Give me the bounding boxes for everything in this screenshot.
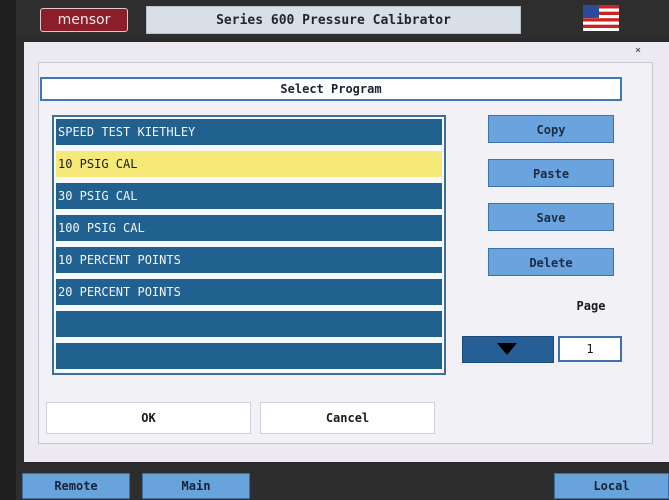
program-list-item-empty[interactable] <box>56 311 442 337</box>
program-list-item[interactable]: 100 PSIG CAL <box>56 215 442 241</box>
app-title: Series 600 Pressure Calibrator <box>146 6 521 34</box>
page-number-field[interactable]: 1 <box>558 336 622 362</box>
cancel-button[interactable]: Cancel <box>260 402 435 434</box>
remote-button[interactable]: Remote <box>22 473 130 499</box>
top-bar: mensor Series 600 Pressure Calibrator <box>16 0 669 38</box>
paste-button[interactable]: Paste <box>488 159 614 187</box>
ok-button[interactable]: OK <box>46 402 251 434</box>
dialog-title: Select Program <box>40 77 622 101</box>
save-button[interactable]: Save <box>488 203 614 231</box>
calibrator-screen: mensor Series 600 Pressure Calibrator × … <box>16 0 669 500</box>
page-label: Page <box>576 299 606 313</box>
program-list-item[interactable]: 30 PSIG CAL <box>56 183 442 209</box>
mensor-logo: mensor <box>40 8 128 32</box>
page-down-button[interactable] <box>462 336 554 363</box>
local-button[interactable]: Local <box>554 473 669 499</box>
down-arrow-icon <box>497 343 517 355</box>
program-list-item[interactable]: 10 PERCENT POINTS <box>56 247 442 273</box>
program-list-item-empty[interactable] <box>56 343 442 369</box>
program-list-item-selected[interactable]: 10 PSIG CAL <box>56 151 442 177</box>
copy-button[interactable]: Copy <box>488 115 614 143</box>
flag-icon[interactable] <box>583 5 619 31</box>
close-icon[interactable]: × <box>630 44 646 58</box>
program-list-item[interactable]: SPEED TEST KIETHLEY <box>56 119 442 145</box>
program-list-item[interactable]: 20 PERCENT POINTS <box>56 279 442 305</box>
main-button[interactable]: Main <box>142 473 250 499</box>
delete-button[interactable]: Delete <box>488 248 614 276</box>
program-list[interactable]: SPEED TEST KIETHLEY 10 PSIG CAL 30 PSIG … <box>52 115 446 375</box>
